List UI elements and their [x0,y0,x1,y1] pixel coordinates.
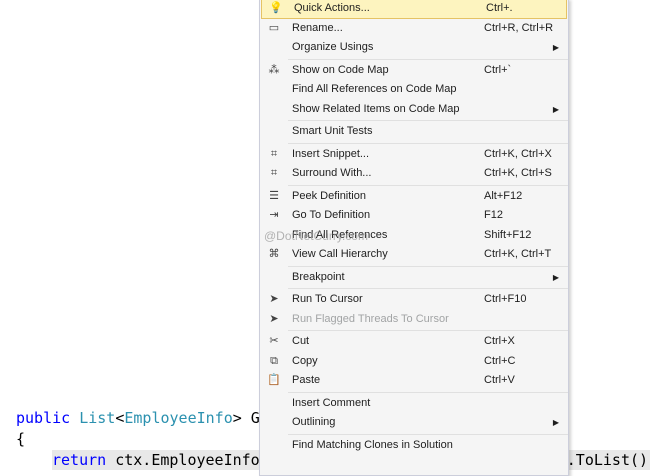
menu-item-label: Insert Comment [292,396,371,409]
menu-item-peek-definition[interactable]: ☰ Peek Definition Alt+F12 [260,187,568,207]
paste-icon: 📋 [267,374,281,386]
submenu-arrow-icon: ▶ [552,104,559,114]
menu-item-label: View Call Hierarchy [292,248,388,260]
menu-item-go-to-definition[interactable]: ⇥ Go To Definition F12 [260,206,568,226]
menu-item-breakpoint[interactable]: Breakpoint ▶ [260,268,568,288]
menu-item-surround-with[interactable]: ⌗ Surround With... Ctrl+K, Ctrl+S [260,164,568,184]
menu-item-label: Quick Actions... [294,2,370,14]
menu-separator [288,330,568,331]
menu-item-rename[interactable]: ▭ Rename... Ctrl+R, Ctrl+R [260,19,568,39]
menu-item-insert-comment[interactable]: Insert Comment [260,394,568,414]
menu-item-paste[interactable]: 📋 Paste Ctrl+V [260,371,568,391]
menu-item-label: Find All References on Code Map [292,83,457,95]
menu-item-find-all-references-on-code-map[interactable]: Find All References on Code Map [260,80,568,100]
menu-item-organize-usings[interactable]: Organize Usings ▶ [260,38,568,58]
rename-icon: ▭ [268,21,280,34]
menu-item-shortcut: Ctrl+R, Ctrl+R [484,21,554,34]
submenu-arrow-icon: ▶ [552,418,559,427]
menu-item-shortcut: F12 [484,209,503,221]
cut-icon: ✂ [269,335,279,347]
menu-item-show-on-code-map[interactable]: ⁂ Show on Code Map Ctrl+` [260,61,568,81]
menu-item-run-to-cursor[interactable]: ➤ Run To Cursor Ctrl+F10 [260,290,568,310]
menu-item-label: Smart Unit Tests [292,125,373,137]
menu-separator [288,391,568,393]
menu-item-shortcut: Shift+F12 [484,228,532,241]
menu-item-shortcut: Ctrl+X [484,335,515,347]
menu-item-shortcut: Ctrl+V [484,374,515,386]
menu-item-label: Outlining [292,416,336,428]
menu-item-quick-actions[interactable]: 💡 Quick Actions... Ctrl+. [261,0,567,19]
menu-item-label: Paste [292,374,321,386]
run-flagged-threads-icon: ➤ [269,312,279,325]
insert-snippet-icon: ⌗ [270,147,278,160]
menu-item-label: Cut [292,335,310,347]
menu-item-view-call-hierarchy[interactable]: ⌘ View Call Hierarchy Ctrl+K, Ctrl+T [260,245,568,265]
submenu-arrow-icon: ▶ [552,272,559,282]
menu-item-shortcut: Ctrl+F10 [484,293,527,305]
menu-item-shortcut: Ctrl+K, Ctrl+T [484,248,552,260]
menu-item-insert-snippet[interactable]: ⌗ Insert Snippet... Ctrl+K, Ctrl+X [260,145,568,165]
code-line-method-signature: public List<EmployeeInfo> Ge [16,408,269,428]
code-map-icon: ⁂ [268,63,280,76]
lightbulb-icon: 💡 [269,2,283,14]
code-line-open-brace: { [16,430,26,448]
menu-item-outlining[interactable]: Outlining ▶ [260,413,568,433]
type-list: List [79,409,116,427]
menu-item-label: Insert Snippet... [292,147,370,160]
menu-item-label: Go To Definition [292,209,371,221]
menu-item-label: Rename... [292,21,343,34]
type-employee-info: EmployeeInfo [124,409,233,427]
menu-item-label: Show Related Items on Code Map [292,102,460,115]
peek-definition-icon: ☰ [269,189,279,202]
menu-item-label: Run Flagged Threads To Cursor [292,312,449,325]
run-to-cursor-icon: ➤ [269,293,279,305]
menu-item-label: Organize Usings [292,41,374,53]
menu-item-label: Breakpoint [292,270,345,283]
menu-item-shortcut: Ctrl+K, Ctrl+X [484,147,552,160]
menu-item-label: Show on Code Map [292,63,389,76]
go-to-definition-icon: ⇥ [269,209,279,221]
menu-item-shortcut: Alt+F12 [484,189,523,202]
menu-item-find-matching-clones-in-solution[interactable]: Find Matching Clones in Solution [260,436,568,456]
keyword-public: public [16,409,71,427]
menu-item-label: Run To Cursor [292,293,363,305]
menu-separator [288,58,568,60]
menu-separator [288,142,568,144]
menu-item-show-related-items-on-code-map[interactable]: Show Related Items on Code Map ▶ [260,100,568,120]
menu-item-label: Copy [292,354,318,367]
menu-item-shortcut: Ctrl+` [484,63,512,76]
menu-item-cut[interactable]: ✂ Cut Ctrl+X [260,332,568,352]
submenu-arrow-icon: ▶ [552,43,559,52]
menu-item-label: Peek Definition [292,189,366,202]
copy-icon: ⧉ [270,354,278,367]
menu-item-smart-unit-tests[interactable]: Smart Unit Tests [260,122,568,142]
menu-item-label: Find Matching Clones in Solution [292,438,453,451]
menu-item-copy[interactable]: ⧉ Copy Ctrl+C [260,352,568,372]
menu-separator [288,120,568,121]
menu-item-shortcut: Ctrl+C [484,354,516,367]
watermark: @DotNetCurry.com [264,229,368,243]
surround-with-icon: ⌗ [270,167,278,179]
menu-item-label: Surround With... [292,167,372,179]
menu-separator [288,433,568,435]
menu-separator [288,265,568,267]
menu-item-run-flagged-threads-to-cursor: ➤ Run Flagged Threads To Cursor [260,310,568,330]
menu-item-shortcut: Ctrl+K, Ctrl+S [484,167,552,179]
call-hierarchy-icon: ⌘ [268,248,280,260]
menu-separator [288,184,568,186]
keyword-return: return [52,451,107,469]
menu-separator [288,288,568,289]
menu-item-shortcut: Ctrl+. [486,2,513,14]
